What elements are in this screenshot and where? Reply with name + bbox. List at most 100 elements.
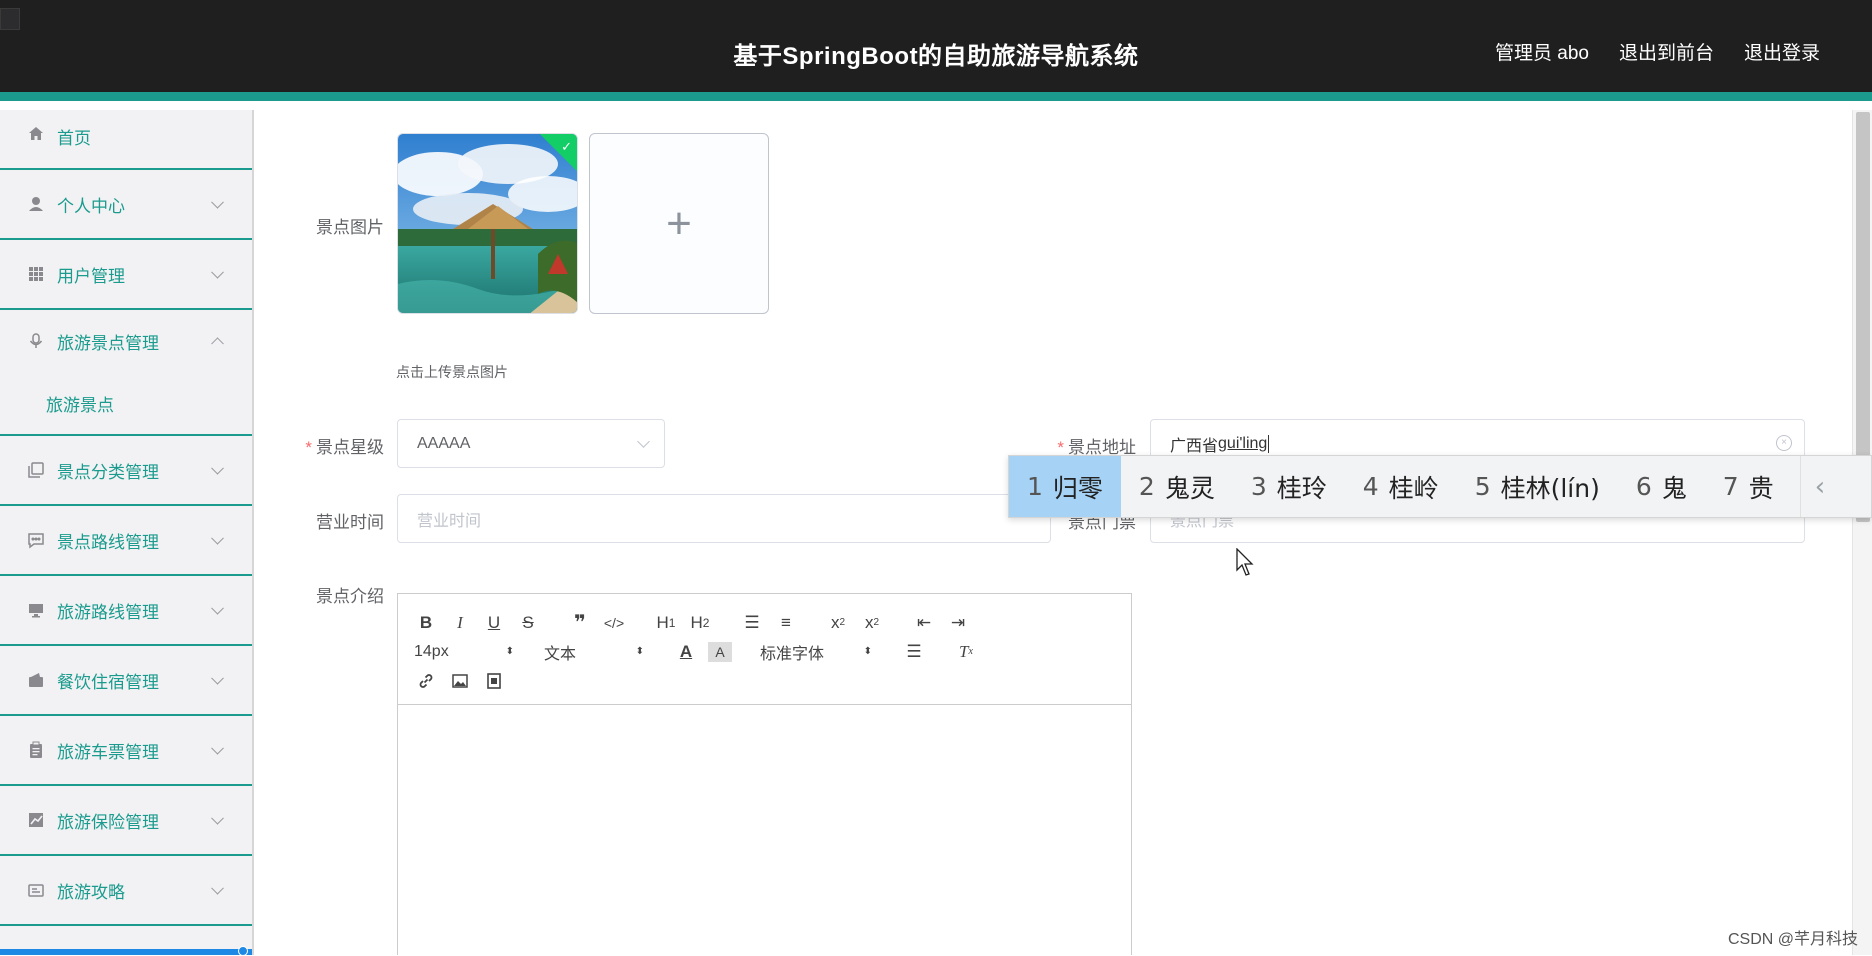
font-size-value: 14px xyxy=(414,643,449,661)
ime-candidate[interactable]: 6鬼 xyxy=(1618,456,1705,517)
ime-candidate[interactable]: 3桂玲 xyxy=(1233,456,1345,517)
chevron-down-icon xyxy=(211,882,224,895)
chevron-down-icon xyxy=(211,266,224,279)
superscript-icon[interactable]: x2 xyxy=(860,611,884,635)
sidebar-item-spot-routes[interactable]: 景点路线管理 xyxy=(0,506,252,576)
candidate-number: 6 xyxy=(1636,472,1652,501)
candidate-text: 桂林(lín) xyxy=(1501,469,1600,505)
mouse-pointer-icon xyxy=(1236,548,1256,578)
sidebar-item-label: 景点分类管理 xyxy=(57,458,159,483)
sidebar-item-tickets[interactable]: 旅游车票管理 xyxy=(0,716,252,786)
copy-icon xyxy=(26,460,46,480)
ime-candidate-bar: 1归零 2 鬼灵 3桂玲 4桂岭 5桂林(lín) 6鬼 7贵 ‹ xyxy=(1008,455,1872,518)
heading-1-icon[interactable]: H1 xyxy=(654,611,678,635)
add-image-button[interactable]: + xyxy=(589,133,769,314)
sidebar-item-categories[interactable]: 景点分类管理 xyxy=(0,436,252,506)
sidebar-item-label: 用户管理 xyxy=(57,262,125,287)
candidate-number: 2 xyxy=(1139,472,1155,501)
sidebar-item-label: 旅游保险管理 xyxy=(57,808,159,833)
subscript-icon[interactable]: x2 xyxy=(826,611,850,635)
bullet-list-icon[interactable]: ≡ xyxy=(774,611,798,635)
candidate-text: 鬼 xyxy=(1662,469,1687,505)
link-icon[interactable] xyxy=(414,669,438,693)
indent-icon[interactable]: ⇥ xyxy=(946,611,970,635)
video-icon[interactable] xyxy=(482,669,506,693)
chevron-down-icon xyxy=(637,435,650,448)
intro-label: 景点介绍 xyxy=(290,582,384,607)
home-icon xyxy=(26,124,46,144)
strikethrough-icon[interactable]: S xyxy=(516,611,540,635)
sidebar-item-label: 旅游攻略 xyxy=(57,878,125,903)
heading-2-icon[interactable]: H2 xyxy=(688,611,712,635)
text-type-value: 文本 xyxy=(544,640,576,664)
sidebar-item-label: 旅游景点 xyxy=(46,391,114,416)
sidebar-item-insurance[interactable]: 旅游保险管理 xyxy=(0,786,252,856)
font-color-icon[interactable]: A xyxy=(674,640,698,664)
ime-candidate[interactable]: 4桂岭 xyxy=(1345,456,1457,517)
sidebar-subitem-attractions[interactable]: 旅游景点 xyxy=(0,372,252,436)
font-size-select[interactable]: 14px ⬍ xyxy=(414,643,514,661)
outdent-icon[interactable]: ⇤ xyxy=(912,611,936,635)
background-color-icon[interactable]: A xyxy=(708,642,732,662)
sidebar-item-label: 个人中心 xyxy=(57,192,125,217)
candidate-text: 鬼灵 xyxy=(1165,469,1215,505)
ordered-list-icon[interactable]: ☰ xyxy=(740,611,764,635)
bold-icon[interactable]: B xyxy=(414,611,438,635)
candidate-text: 桂玲 xyxy=(1277,469,1327,505)
sidebar-item-guides[interactable]: 旅游攻略 xyxy=(0,856,252,926)
candidate-text: 桂岭 xyxy=(1389,469,1439,505)
address-composing-text: gui'ling xyxy=(1218,435,1267,453)
italic-icon[interactable]: I xyxy=(448,611,472,635)
hours-label: 营业时间 xyxy=(290,508,384,533)
sidebar-item-profile[interactable]: 个人中心 xyxy=(0,170,252,240)
exit-to-front-link[interactable]: 退出到前台 xyxy=(1619,38,1714,65)
sidebar-item-users[interactable]: 用户管理 xyxy=(0,240,252,310)
clear-icon[interactable]: × xyxy=(1776,435,1792,451)
required-mark: * xyxy=(305,438,312,457)
sidebar-item-attractions[interactable]: 旅游景点管理 xyxy=(0,310,252,372)
text-caret xyxy=(1268,435,1269,453)
page-scrollbar[interactable] xyxy=(1852,110,1872,955)
ime-candidate[interactable]: 1归零 xyxy=(1009,456,1121,517)
chart-icon xyxy=(26,810,46,830)
admin-user-label[interactable]: 管理员 abo xyxy=(1495,38,1589,65)
microphone-icon xyxy=(26,331,46,351)
sidebar-item-travel-routes[interactable]: 旅游路线管理 xyxy=(0,576,252,646)
clear-format-icon[interactable]: Tx xyxy=(954,640,978,664)
uploaded-image[interactable]: ✓ xyxy=(397,133,578,314)
sidebar-item-dining-lodging[interactable]: 餐饮住宿管理 xyxy=(0,646,252,716)
updown-icon: ⬍ xyxy=(636,646,644,657)
ime-candidate[interactable]: 5桂林(lín) xyxy=(1457,456,1618,517)
clipboard-icon xyxy=(26,740,46,760)
sidebar-scroll-indicator[interactable] xyxy=(0,949,254,955)
sidebar-item-label: 首页 xyxy=(57,124,91,149)
underline-icon[interactable]: U xyxy=(482,611,506,635)
sidebar-item-label: 餐饮住宿管理 xyxy=(57,668,159,693)
text-type-select[interactable]: 文本 ⬍ xyxy=(544,640,644,664)
chevron-down-icon xyxy=(211,462,224,475)
candidate-number: 1 xyxy=(1027,472,1043,501)
scroll-handle[interactable] xyxy=(238,946,248,955)
font-family-select[interactable]: 标准字体⬍ xyxy=(760,640,872,664)
window-menu-icon[interactable] xyxy=(0,8,20,30)
updown-icon: ⬍ xyxy=(506,646,514,657)
upload-hint: 点击上传景点图片 xyxy=(396,362,508,382)
top-header: 基于SpringBoot的自助旅游导航系统 管理员 abo 退出到前台 退出登录 xyxy=(0,0,1872,101)
chevron-down-icon xyxy=(211,672,224,685)
hours-input[interactable]: 营业时间 xyxy=(397,494,1051,543)
image-icon[interactable] xyxy=(448,669,472,693)
chevron-down-icon xyxy=(211,602,224,615)
logout-link[interactable]: 退出登录 xyxy=(1744,38,1820,65)
ime-candidate[interactable]: 2 鬼灵 xyxy=(1121,456,1233,517)
sidebar-item-label: 旅游景点管理 xyxy=(57,329,159,354)
address-input-value: 广西省 xyxy=(1170,432,1218,456)
editor-content-area[interactable] xyxy=(398,705,1131,956)
level-select[interactable]: AAAAA xyxy=(397,419,665,468)
ime-candidate[interactable]: 7贵 xyxy=(1705,456,1792,517)
code-block-icon[interactable]: </> xyxy=(602,611,626,635)
sidebar-item-home[interactable]: 首页 xyxy=(0,110,252,170)
ime-prev-page-icon[interactable]: ‹ xyxy=(1800,456,1839,517)
align-icon[interactable]: ☰ xyxy=(902,640,926,664)
card-icon xyxy=(26,880,46,900)
blockquote-icon[interactable]: ❞ xyxy=(568,611,592,635)
